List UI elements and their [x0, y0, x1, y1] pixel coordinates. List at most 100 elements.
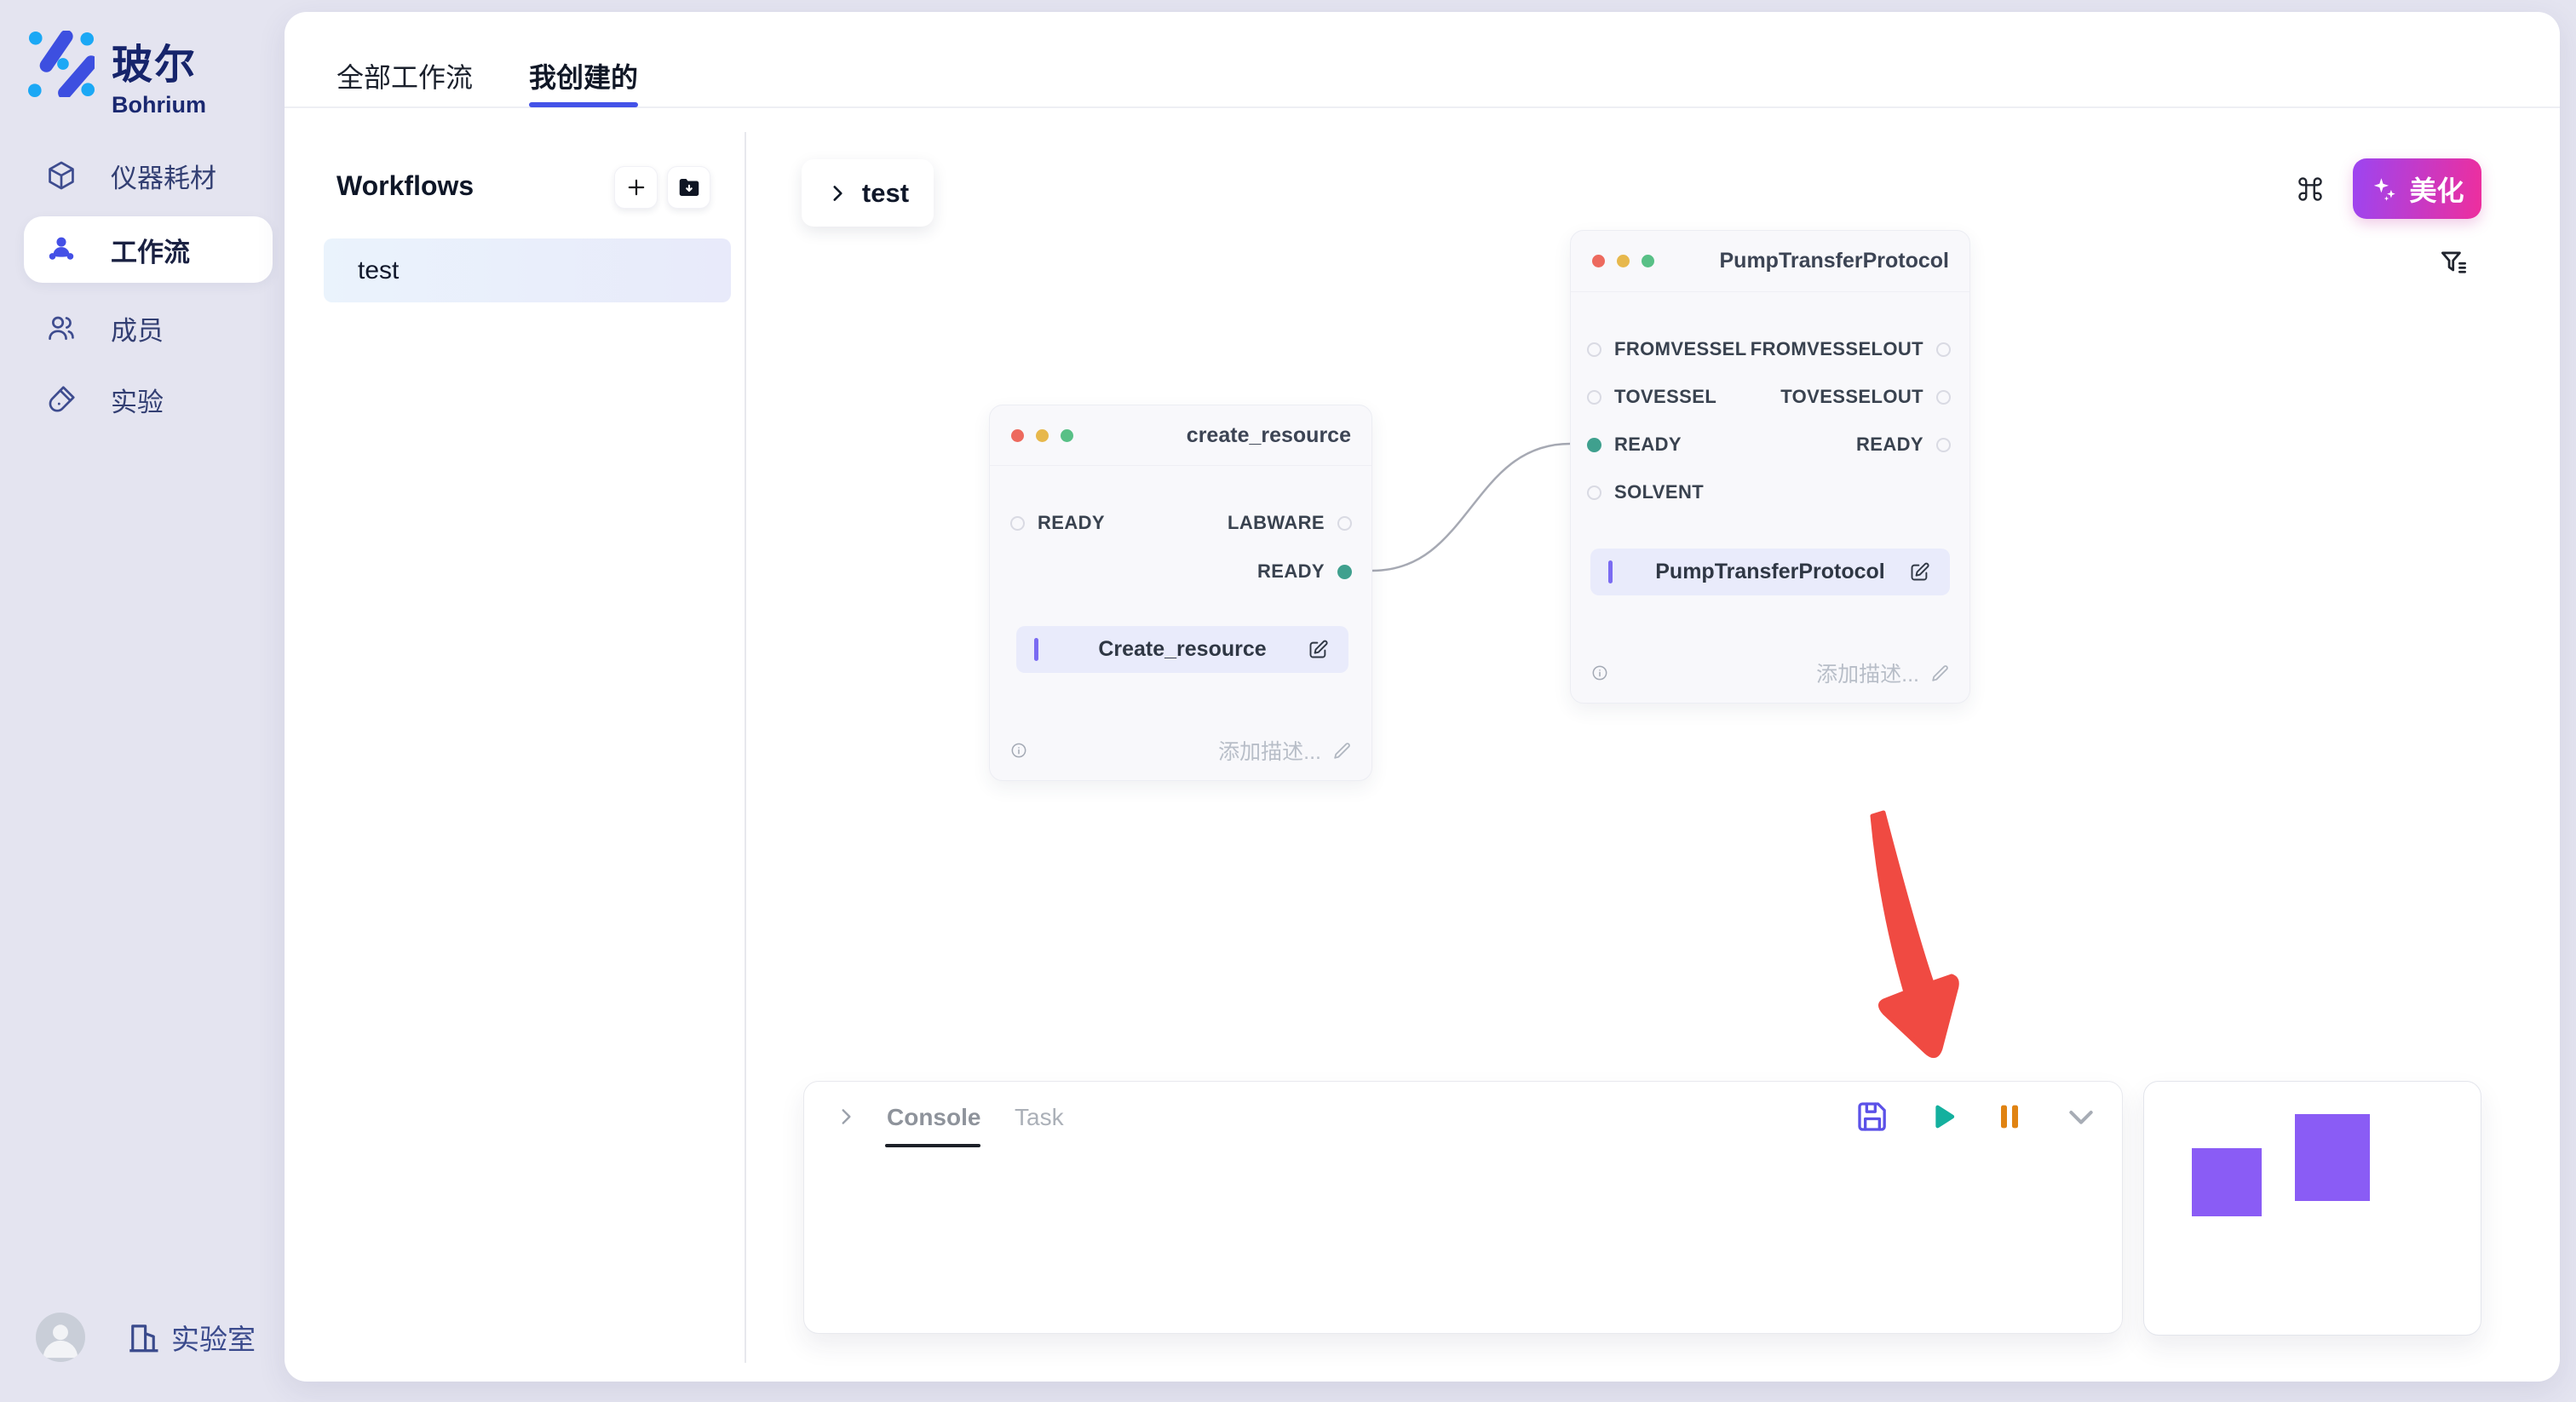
lab-switcher[interactable]: 实验室	[125, 1317, 256, 1358]
edit-icon[interactable]	[1908, 560, 1931, 583]
traffic-dot-yellow[interactable]	[1617, 255, 1630, 267]
traffic-dot-green[interactable]	[1642, 255, 1654, 267]
port-handle-ready-out-connected[interactable]	[1337, 565, 1352, 579]
building-icon	[125, 1319, 161, 1355]
port-handle-fromvesselout[interactable]	[1936, 342, 1951, 357]
port-handle-ready-in[interactable]	[1010, 516, 1025, 531]
description-placeholder: 添加描述...	[1218, 735, 1321, 766]
members-icon	[45, 312, 78, 344]
description-placeholder: 添加描述...	[1816, 658, 1919, 688]
info-icon[interactable]	[1010, 742, 1027, 759]
pause-icon[interactable]	[1992, 1100, 2027, 1134]
chevron-right-icon	[826, 182, 848, 204]
sidebar-item-workflows[interactable]: 工作流	[0, 216, 285, 283]
port-label: SOLVENT	[1614, 481, 1704, 503]
tab-console[interactable]: Console	[887, 1104, 980, 1131]
port-right: FROMVESSELOUT	[1751, 338, 1951, 360]
traffic-dot-red[interactable]	[1011, 429, 1024, 442]
active-tab-underline	[529, 102, 638, 107]
workflow-group-icon	[45, 233, 78, 266]
traffic-dots	[1592, 255, 1654, 267]
workflow-list-item-test[interactable]: test	[324, 238, 731, 302]
plus-icon	[624, 175, 648, 199]
chevron-down-icon[interactable]	[2064, 1100, 2098, 1134]
sidebar-item-experiments[interactable]: 实验	[0, 366, 285, 433]
port-left: FROMVESSEL	[1587, 338, 1747, 360]
port-row: TOVESSEL TOVESSELOUT	[1571, 373, 1969, 421]
user-avatar[interactable]	[36, 1313, 85, 1362]
node-pump-transfer-protocol[interactable]: PumpTransferProtocol FROMVESSEL FROMVESS…	[1570, 230, 1970, 704]
node-action-pill[interactable]: Create_resource	[1016, 626, 1348, 673]
pencil-icon[interactable]	[1331, 740, 1353, 761]
port-right: READY	[1856, 434, 1951, 456]
port-left: TOVESSEL	[1587, 386, 1716, 408]
avatar-person-icon	[36, 1313, 85, 1362]
logo-title: 玻尔	[112, 31, 206, 90]
workflows-panel-title: Workflows	[336, 170, 474, 202]
port-left: READY	[1010, 512, 1105, 534]
port-row: SOLVENT	[1571, 468, 1969, 516]
description-area[interactable]: 添加描述...	[1218, 735, 1353, 766]
port-label: TOVESSELOUT	[1780, 386, 1923, 408]
port-left: READY	[1587, 434, 1682, 456]
port-label: TOVESSEL	[1614, 386, 1716, 408]
filter-funnel-icon[interactable]	[2438, 247, 2470, 279]
sidebar-footer: 实验室	[0, 1303, 285, 1371]
pill-accent-bar	[1034, 638, 1038, 661]
node-create-resource[interactable]: create_resource READY LABWARE READY Crea…	[989, 405, 1372, 781]
port-handle-ready-out[interactable]	[1936, 438, 1951, 452]
logo-subtitle: Bohrium	[112, 92, 206, 118]
port-handle-ready-in-connected[interactable]	[1587, 438, 1601, 452]
main-panel: 全部工作流 我创建的 Workflows test test 美化	[285, 12, 2560, 1382]
port-handle-solvent[interactable]	[1587, 486, 1601, 500]
edit-icon[interactable]	[1307, 638, 1330, 661]
port-handle-tovesselout[interactable]	[1936, 390, 1951, 405]
beautify-button[interactable]: 美化	[2353, 158, 2481, 219]
port-handle-tovessel[interactable]	[1587, 390, 1601, 405]
port-left: SOLVENT	[1587, 481, 1704, 503]
sidebar-item-label: 成员	[111, 309, 164, 348]
description-area[interactable]: 添加描述...	[1816, 658, 1951, 688]
tab-task[interactable]: Task	[1015, 1104, 1064, 1131]
logo: 玻尔 Bohrium	[28, 31, 206, 118]
port-row: READY READY	[1571, 421, 1969, 468]
canvas-breadcrumb-chip[interactable]: test	[802, 159, 934, 227]
tab-my-created[interactable]: 我创建的	[529, 56, 638, 95]
folder-download-icon	[676, 175, 702, 200]
port-handle-labware-out[interactable]	[1337, 516, 1352, 531]
import-folder-button[interactable]	[667, 166, 710, 209]
sidebar-item-members[interactable]: 成员	[0, 295, 285, 361]
node-footer: 添加描述...	[1010, 738, 1353, 763]
minimap[interactable]	[2143, 1081, 2481, 1336]
pill-label: PumpTransferProtocol	[1590, 560, 1950, 584]
port-handle-fromvessel[interactable]	[1587, 342, 1601, 357]
panel-divider	[745, 132, 746, 1363]
package-box-icon	[45, 159, 78, 192]
lab-switcher-label: 实验室	[171, 1317, 256, 1358]
bohrium-logo-icon	[28, 31, 95, 97]
traffic-dot-yellow[interactable]	[1036, 429, 1049, 442]
pencil-icon[interactable]	[1929, 663, 1951, 684]
info-icon[interactable]	[1591, 664, 1608, 681]
node-footer: 添加描述...	[1591, 660, 1951, 686]
beautify-label: 美化	[2409, 170, 2464, 209]
sidebar-item-instruments[interactable]: 仪器耗材	[0, 142, 285, 209]
port-right: READY	[1257, 560, 1352, 583]
add-workflow-button[interactable]	[614, 166, 658, 209]
node-title: create_resource	[1187, 405, 1351, 466]
node-action-pill[interactable]: PumpTransferProtocol	[1590, 549, 1950, 595]
run-play-icon[interactable]	[1924, 1100, 1958, 1134]
port-row: FROMVESSEL FROMVESSELOUT	[1571, 325, 1969, 373]
traffic-dot-red[interactable]	[1592, 255, 1605, 267]
sidebar: 玻尔 Bohrium 仪器耗材 工作流 成员 实验	[0, 0, 285, 1402]
console-expand-icon[interactable]	[835, 1106, 857, 1128]
test-tube-icon	[45, 383, 78, 416]
port-row: READY	[990, 548, 1371, 595]
breadcrumb-label: test	[862, 178, 909, 209]
traffic-dot-green[interactable]	[1061, 429, 1073, 442]
port-label: LABWARE	[1228, 512, 1325, 534]
command-icon[interactable]	[2294, 173, 2326, 205]
sidebar-item-label: 工作流	[111, 231, 190, 269]
save-icon[interactable]	[1855, 1100, 1889, 1134]
tab-all-workflows[interactable]: 全部工作流	[336, 56, 473, 95]
